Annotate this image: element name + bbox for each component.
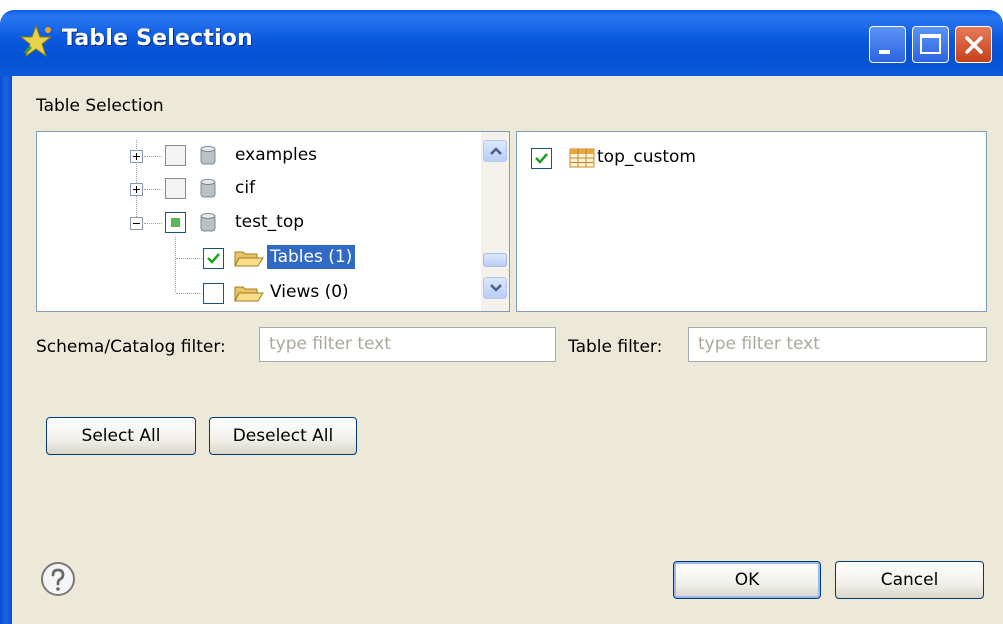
tree-checkbox-checked[interactable] — [203, 248, 224, 269]
table-item-label: top_custom — [597, 147, 696, 167]
expand-icon[interactable] — [130, 150, 143, 163]
tree-checkbox[interactable] — [165, 145, 186, 166]
collapse-icon[interactable] — [130, 217, 143, 230]
schema-filter-label: Schema/Catalog filter: — [36, 337, 226, 357]
window-frame-left — [0, 76, 12, 624]
scroll-thumb[interactable] — [483, 253, 507, 267]
chevron-down-icon — [490, 284, 502, 292]
select-all-button[interactable]: Select All — [46, 417, 196, 455]
cancel-button[interactable]: Cancel — [835, 561, 984, 599]
ok-button[interactable]: OK — [673, 561, 821, 599]
schema-filter-input[interactable]: type filter text — [259, 327, 556, 362]
tree-item-label: examples — [235, 145, 318, 165]
close-button[interactable] — [955, 26, 992, 63]
tree-item-tables[interactable]: Tables (1) — [37, 243, 477, 273]
minimize-icon — [879, 50, 890, 54]
database-icon — [200, 213, 216, 232]
checkmark-icon — [535, 153, 548, 164]
tree-checkbox[interactable] — [203, 283, 224, 304]
tree-connector — [144, 223, 162, 225]
checkmark-icon — [207, 253, 220, 264]
folder-open-icon — [234, 251, 264, 267]
tree-item-views[interactable]: Views (0) — [37, 278, 477, 308]
expand-icon[interactable] — [130, 183, 143, 196]
tree-connector — [176, 293, 202, 295]
table-selection-window: Table Selection Table Selection examples… — [0, 0, 1003, 624]
minimize-button[interactable] — [869, 26, 906, 63]
tree-checkbox[interactable] — [165, 178, 186, 199]
table-filter-input[interactable]: type filter text — [688, 327, 987, 362]
window-title: Table Selection — [62, 26, 253, 51]
tree-item-label: test_top — [235, 212, 305, 232]
maximize-icon — [920, 34, 941, 54]
tree-connector — [144, 156, 162, 158]
table-list[interactable]: top_custom — [516, 131, 987, 312]
schema-tree[interactable]: examples cif test_top Tables (1) Views (… — [36, 131, 510, 312]
table-icon — [569, 148, 595, 168]
tree-connector — [176, 258, 202, 260]
tree-scrollbar[interactable] — [481, 132, 509, 311]
tree-item-cif[interactable]: cif — [37, 174, 477, 204]
folder-open-icon — [234, 286, 264, 302]
tree-item-label: Tables (1) — [267, 245, 356, 269]
close-icon — [965, 36, 983, 54]
tree-connector — [144, 189, 162, 191]
maximize-button[interactable] — [912, 26, 949, 63]
deselect-all-button[interactable]: Deselect All — [209, 417, 357, 455]
tree-item-examples[interactable]: examples — [37, 141, 477, 171]
section-label: Table Selection — [36, 96, 164, 116]
chevron-up-icon — [490, 147, 502, 155]
help-icon[interactable] — [40, 561, 76, 597]
tree-item-label: Views (0) — [270, 282, 349, 302]
table-filter-label: Table filter: — [568, 337, 663, 357]
scroll-down-button[interactable] — [483, 277, 507, 299]
tree-item-label: cif — [235, 178, 256, 198]
scroll-up-button[interactable] — [483, 140, 507, 162]
title-bar[interactable]: Table Selection — [0, 10, 1003, 76]
database-icon — [200, 146, 216, 165]
table-checkbox-checked[interactable] — [531, 148, 552, 169]
tree-checkbox-partial[interactable] — [165, 212, 186, 233]
wizard-star-icon — [19, 24, 53, 58]
table-list-item[interactable]: top_custom — [517, 143, 977, 173]
database-icon — [200, 179, 216, 198]
tree-item-test-top[interactable]: test_top — [37, 208, 477, 238]
